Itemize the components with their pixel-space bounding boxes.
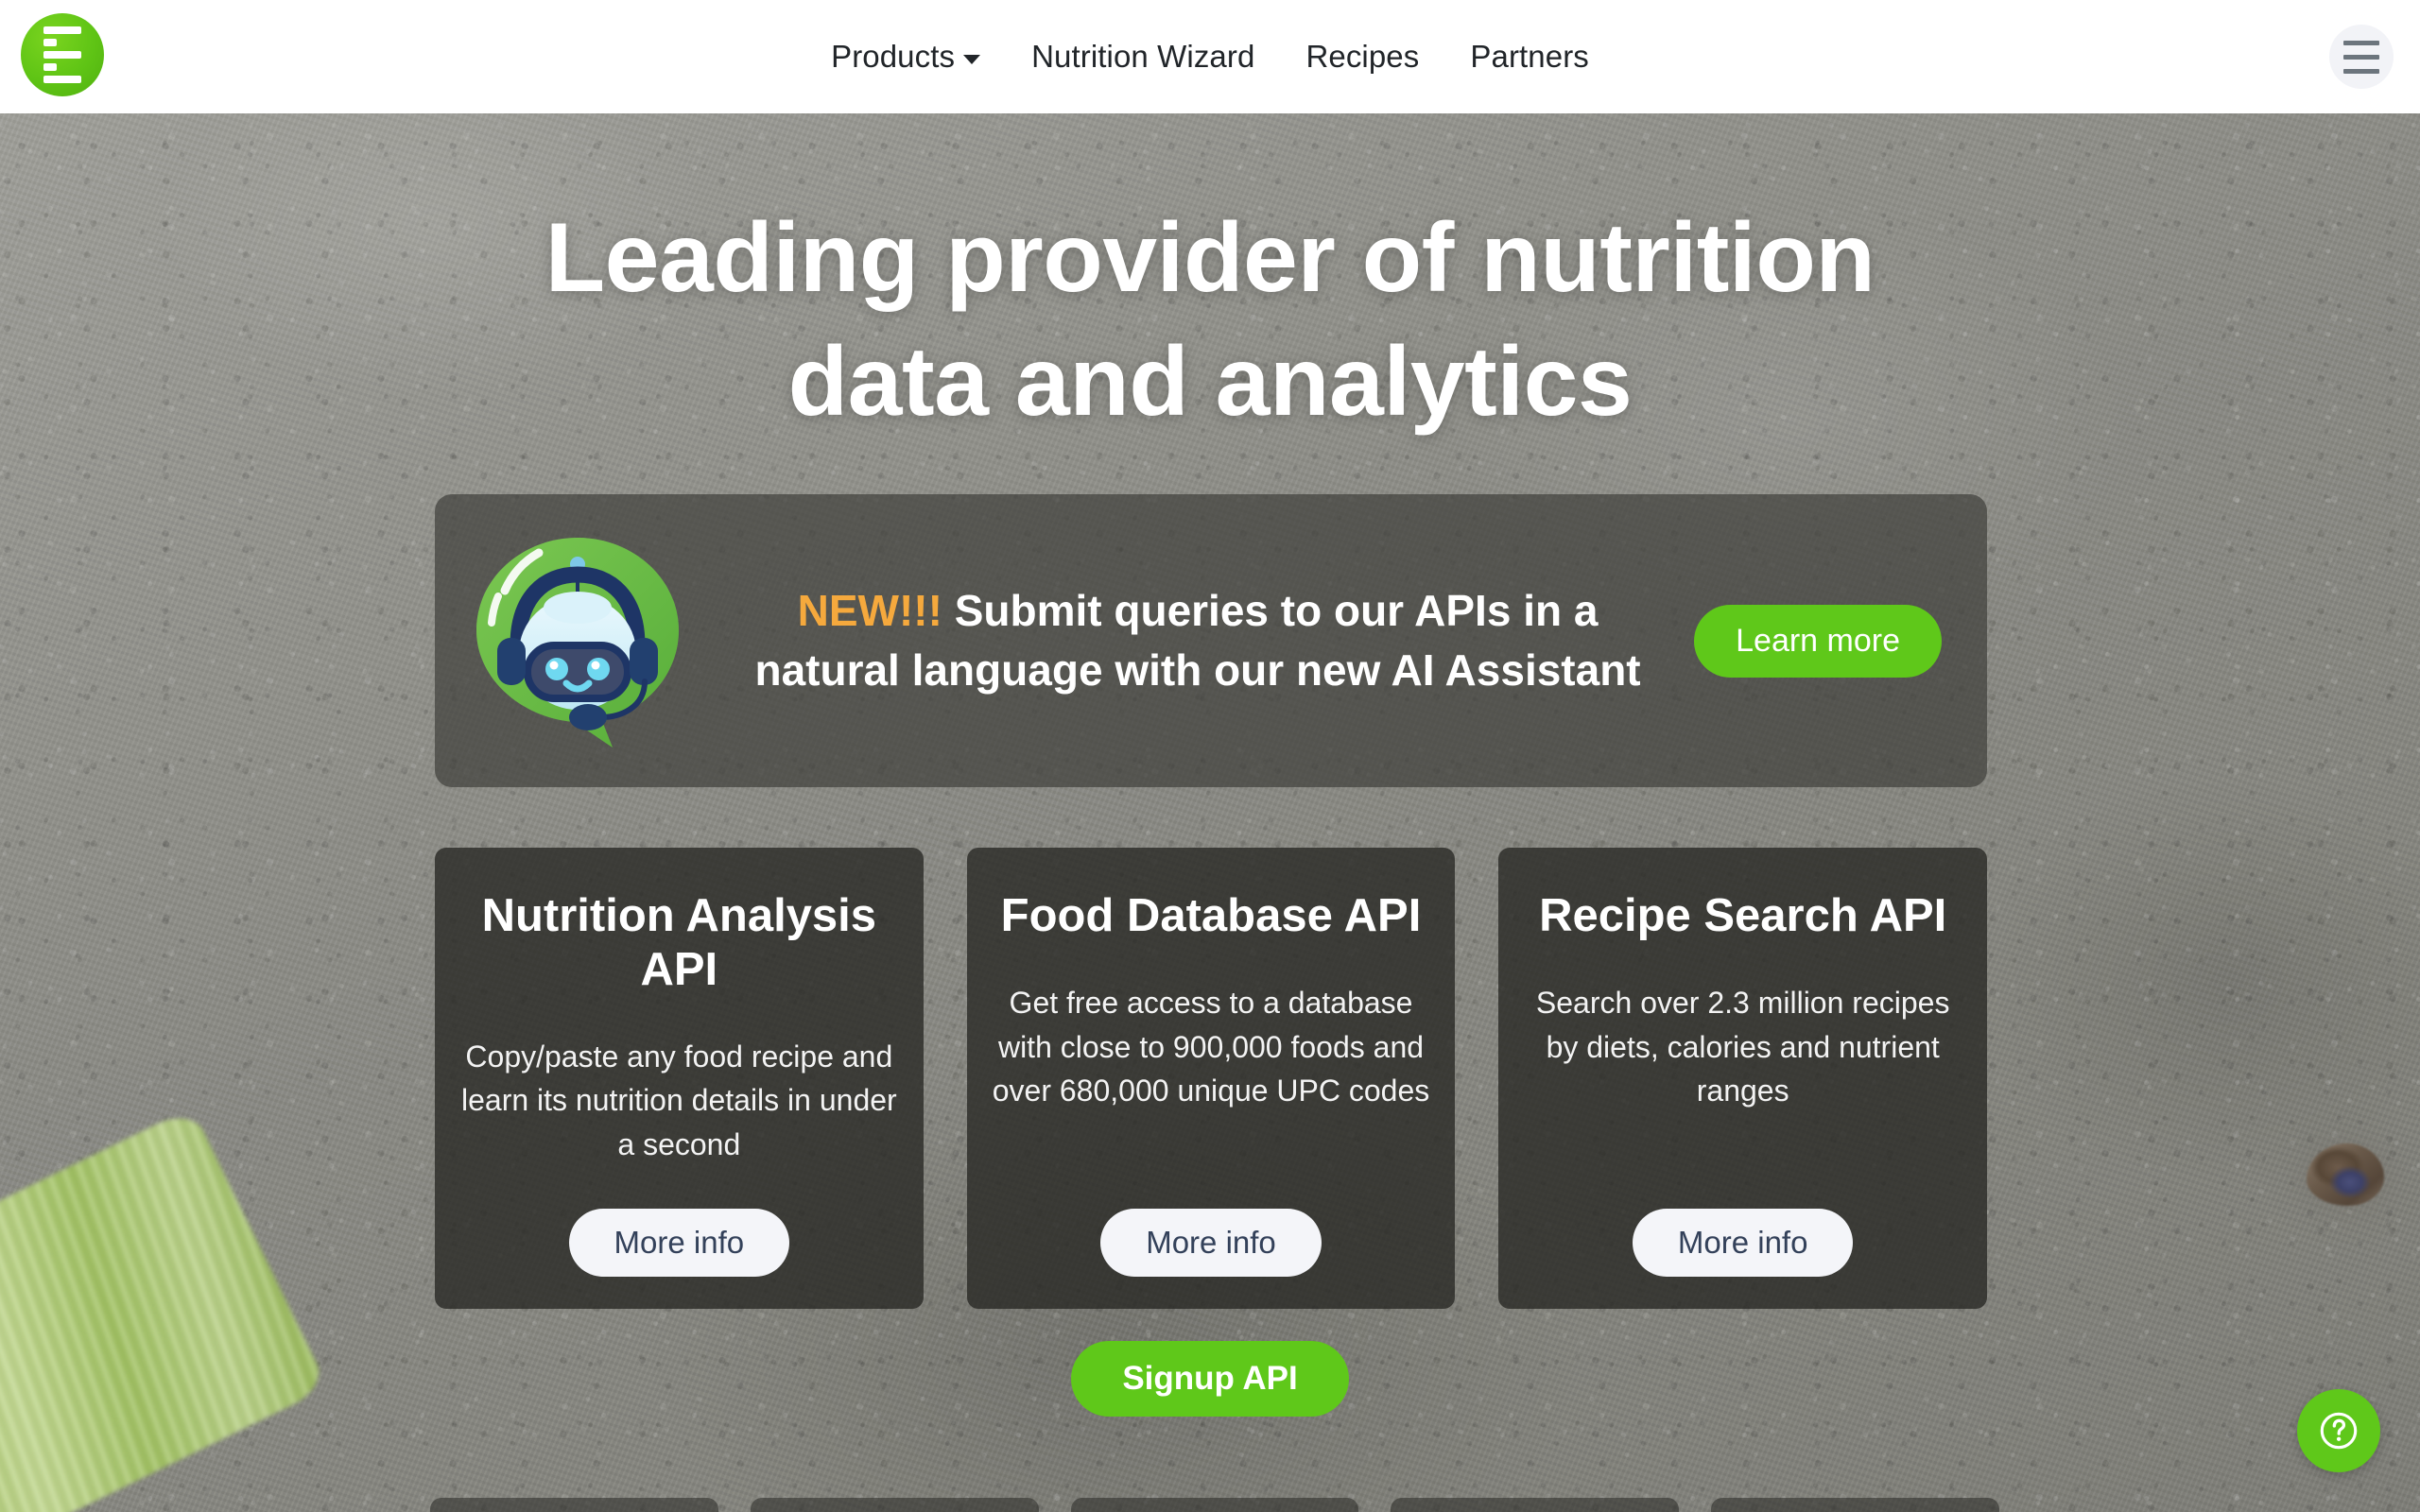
api-card-description: Search over 2.3 million recipes by diets… bbox=[1535, 985, 1950, 1108]
chatbot-robot-headset-icon bbox=[469, 532, 686, 749]
peek-card[interactable] bbox=[430, 1498, 718, 1512]
chevron-down-icon bbox=[963, 54, 981, 64]
top-navigation-bar: Products Nutrition Wizard Recipes Partne… bbox=[0, 0, 2420, 113]
api-card-description: Copy/paste any food recipe and learn its… bbox=[460, 1039, 897, 1162]
promo-message: NEW!!! Submit queries to our APIs in a n… bbox=[686, 581, 1694, 701]
api-card-nutrition-analysis[interactable]: Nutrition Analysis API Copy/paste any fo… bbox=[435, 848, 924, 1309]
api-card-recipe-search[interactable]: Recipe Search API Search over 2.3 millio… bbox=[1498, 848, 1988, 1309]
nav-link-partners-label: Partners bbox=[1470, 39, 1589, 74]
api-cards-row: Nutrition Analysis API Copy/paste any fo… bbox=[435, 848, 1988, 1309]
nav-link-recipes[interactable]: Recipes bbox=[1305, 39, 1419, 75]
help-question-mark-circle-icon[interactable] bbox=[2297, 1389, 2380, 1472]
next-section-card-peek bbox=[430, 1498, 1999, 1512]
nav-link-nutrition-wizard-label: Nutrition Wizard bbox=[1031, 39, 1255, 74]
hamburger-line-3 bbox=[2343, 68, 2379, 74]
api-card-description: Get free access to a database with close… bbox=[992, 985, 1430, 1108]
primary-nav-links: Products Nutrition Wizard Recipes Partne… bbox=[0, 0, 2420, 113]
question-mark-circle-icon bbox=[2320, 1412, 2358, 1450]
more-info-button-nutrition-analysis[interactable]: More info bbox=[568, 1208, 790, 1277]
nav-link-products-label: Products bbox=[831, 39, 956, 74]
promo-new-badge: NEW!!! bbox=[797, 585, 942, 635]
nav-link-nutrition-wizard[interactable]: Nutrition Wizard bbox=[1031, 39, 1254, 75]
learn-more-button[interactable]: Learn more bbox=[1694, 604, 1942, 678]
nav-link-products[interactable]: Products bbox=[831, 39, 981, 75]
hamburger-line-2 bbox=[2343, 54, 2379, 60]
more-info-button-recipe-search[interactable]: More info bbox=[1632, 1208, 1854, 1277]
more-info-button-food-database[interactable]: More info bbox=[1100, 1208, 1322, 1277]
nav-link-partners[interactable]: Partners bbox=[1470, 39, 1589, 75]
signup-api-button[interactable]: Signup API bbox=[1071, 1341, 1349, 1417]
api-card-title: Food Database API bbox=[1000, 890, 1422, 941]
nav-link-recipes-label: Recipes bbox=[1305, 39, 1420, 74]
ai-assistant-promo-banner: NEW!!! Submit queries to our APIs in a n… bbox=[435, 494, 1987, 787]
api-card-title: Recipe Search API bbox=[1539, 890, 1947, 941]
api-card-food-database[interactable]: Food Database API Get free access to a d… bbox=[966, 848, 1456, 1309]
page-title: Leading provider of nutrition data and a… bbox=[544, 203, 1876, 438]
peek-card[interactable] bbox=[750, 1498, 1039, 1512]
signup-cta-container: Signup API bbox=[0, 1341, 2420, 1417]
api-card-title: Nutrition Analysis API bbox=[481, 890, 877, 995]
peek-card[interactable] bbox=[1070, 1498, 1359, 1512]
peek-card[interactable] bbox=[1711, 1498, 1999, 1512]
hamburger-line-1 bbox=[2343, 40, 2379, 45]
hamburger-menu-icon[interactable] bbox=[2329, 25, 2394, 89]
peek-card[interactable] bbox=[1391, 1498, 1680, 1512]
seed-decoration bbox=[2307, 1143, 2384, 1206]
leek-stalk-decoration bbox=[0, 1107, 329, 1512]
